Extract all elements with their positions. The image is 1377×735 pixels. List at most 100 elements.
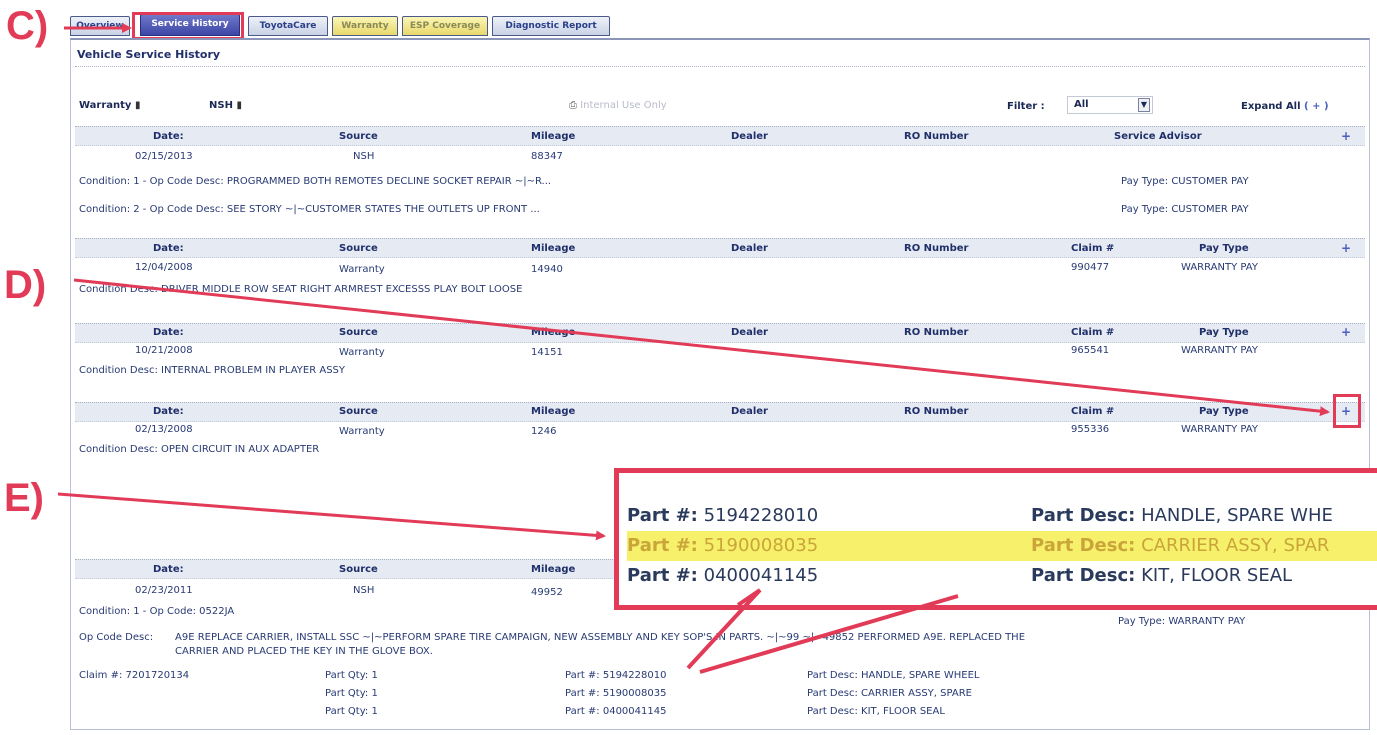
col-mileage: Mileage xyxy=(531,406,576,417)
record-date: 02/23/2011 xyxy=(135,585,193,596)
col-claim: Claim # xyxy=(1071,406,1115,417)
col-mileage: Mileage xyxy=(531,564,576,575)
col-service-advisor: Service Advisor xyxy=(1114,131,1202,142)
chevron-down-icon[interactable]: ▼ xyxy=(1138,98,1150,112)
title-divider xyxy=(75,66,1365,67)
col-dealer: Dealer xyxy=(731,131,768,142)
record-condition: Condition: 1 - Op Code: 0522JA xyxy=(79,606,235,617)
record-header xyxy=(75,402,1365,422)
record-source: Warranty xyxy=(339,264,385,275)
record-condition-desc: Condition Desc: DRIVER MIDDLE ROW SEAT R… xyxy=(79,284,523,295)
col-dealer: Dealer xyxy=(731,406,768,417)
part-number: Part #: 5194228010 xyxy=(565,670,667,681)
tab-warranty[interactable]: Warranty xyxy=(332,16,398,36)
part-desc: Part Desc: HANDLE, SPARE WHEEL xyxy=(807,670,980,681)
zoom-part-row: Part #: 0400041145 Part Desc: KIT, FLOOR… xyxy=(627,565,1293,586)
record-pay-type: WARRANTY PAY xyxy=(1181,424,1258,435)
col-mileage: Mileage xyxy=(531,131,576,142)
col-date: Date: xyxy=(153,243,184,254)
record-claim: 990477 xyxy=(1071,262,1110,273)
record-condition-desc: Condition Desc: OPEN CIRCUIT IN AUX ADAP… xyxy=(79,444,320,455)
op-code-desc-line: CARRIER AND PLACED THE KEY IN THE GLOVE … xyxy=(175,646,433,657)
zoom-part-row-highlighted: Part #: 5190008035 Part Desc: CARRIER AS… xyxy=(627,531,1377,561)
col-mileage: Mileage xyxy=(531,243,576,254)
col-source: Source xyxy=(339,406,378,417)
col-date: Date: xyxy=(153,131,184,142)
filter-select[interactable]: All ▼ xyxy=(1067,96,1153,114)
callout-c: C) xyxy=(6,4,49,48)
col-date: Date: xyxy=(153,406,184,417)
print-icon: ⎙ xyxy=(569,100,577,111)
service-history-panel: Vehicle Service History Warranty ▮ NSH ▮… xyxy=(70,38,1370,730)
record-date: 12/04/2008 xyxy=(135,262,193,273)
record-pay-type: WARRANTY PAY xyxy=(1181,262,1258,273)
record-pay-type: WARRANTY PAY xyxy=(1181,345,1258,356)
record-mileage: 49952 xyxy=(531,587,563,598)
col-pay-type: Pay Type xyxy=(1199,406,1249,417)
col-source: Source xyxy=(339,564,378,575)
callout-d: D) xyxy=(4,263,47,307)
record-date: 02/15/2013 xyxy=(135,151,193,162)
warranty-legend-icon: ▮ xyxy=(134,100,141,111)
op-code-desc-label: Op Code Desc: xyxy=(79,632,154,643)
parts-zoom-inset: Part #: 5194228010 Part Desc: HANDLE, SP… xyxy=(614,468,1377,610)
expand-record-plus-icon[interactable]: + xyxy=(1341,325,1351,339)
part-desc: Part Desc: CARRIER ASSY, SPARE xyxy=(807,688,972,699)
tab-esp-coverage[interactable]: ESP Coverage xyxy=(402,16,488,36)
panel-title: Vehicle Service History xyxy=(77,48,221,61)
part-desc: Part Desc: KIT, FLOOR SEAL xyxy=(807,706,945,717)
part-qty: Part Qty: 1 xyxy=(325,706,378,717)
legend-warranty: Warranty ▮ xyxy=(79,100,141,111)
col-ro-number: RO Number xyxy=(904,131,969,142)
col-mileage: Mileage xyxy=(531,327,576,338)
record-claim: 965541 xyxy=(1071,345,1110,356)
callout-e: E) xyxy=(4,476,44,520)
expand-record-plus-icon[interactable]: + xyxy=(1341,241,1351,255)
record-pay-type: Pay Type: CUSTOMER PAY xyxy=(1121,204,1249,215)
col-source: Source xyxy=(339,131,378,142)
expand-all-plus-icon[interactable]: ( + ) xyxy=(1304,101,1328,112)
record-date: 02/13/2008 xyxy=(135,424,193,435)
expand-record-plus-icon[interactable]: + xyxy=(1341,129,1351,143)
record-condition-line: Condition: 1 - Op Code Desc: PROGRAMMED … xyxy=(79,176,552,187)
tab-highlight-box xyxy=(132,12,244,40)
col-ro-number: RO Number xyxy=(904,243,969,254)
col-source: Source xyxy=(339,327,378,338)
record-pay-type: Pay Type: WARRANTY PAY xyxy=(1118,616,1246,627)
col-dealer: Dealer xyxy=(731,243,768,254)
expand-record-plus-icon[interactable]: + xyxy=(1341,404,1351,418)
record-date: 10/21/2008 xyxy=(135,345,193,356)
col-ro-number: RO Number xyxy=(904,327,969,338)
part-qty: Part Qty: 1 xyxy=(325,670,378,681)
part-number: Part #: 5190008035 xyxy=(565,688,667,699)
col-pay-type: Pay Type xyxy=(1199,243,1249,254)
record-header xyxy=(75,238,1365,258)
record-source: NSH xyxy=(353,151,375,162)
col-pay-type: Pay Type xyxy=(1199,327,1249,338)
record-claim: 955336 xyxy=(1071,424,1110,435)
col-date: Date: xyxy=(153,327,184,338)
col-claim: Claim # xyxy=(1071,327,1115,338)
record-claim: Claim #: 7201720134 xyxy=(79,670,190,681)
filter-label: Filter : xyxy=(1007,101,1045,112)
record-mileage: 1246 xyxy=(531,426,557,437)
expand-all-link[interactable]: Expand All ( + ) xyxy=(1241,101,1329,112)
record-condition-desc: Condition Desc: INTERNAL PROBLEM IN PLAY… xyxy=(79,365,345,376)
record-mileage: 14151 xyxy=(531,347,563,358)
part-qty: Part Qty: 1 xyxy=(325,688,378,699)
tab-toyotacare[interactable]: ToyotaCare xyxy=(248,16,328,36)
tab-diagnostic-report[interactable]: Diagnostic Report xyxy=(492,16,610,36)
record-pay-type: Pay Type: CUSTOMER PAY xyxy=(1121,176,1249,187)
col-claim: Claim # xyxy=(1071,243,1115,254)
legend-nsh: NSH ▮ xyxy=(209,100,242,111)
filter-value: All xyxy=(1074,99,1089,110)
col-date: Date: xyxy=(153,564,184,575)
op-code-desc-line: A9E REPLACE CARRIER, INSTALL SSC ~|~PERF… xyxy=(175,632,1026,643)
nsh-legend-icon: ▮ xyxy=(236,100,242,111)
record-condition-line: Condition: 2 - Op Code Desc: SEE STORY ~… xyxy=(79,204,540,215)
record-mileage: 88347 xyxy=(531,151,563,162)
tab-overview[interactable]: Overview xyxy=(70,16,130,36)
record-source: Warranty xyxy=(339,426,385,437)
record-mileage: 14940 xyxy=(531,264,563,275)
center-notice: ⎙ Internal Use Only xyxy=(569,100,667,111)
